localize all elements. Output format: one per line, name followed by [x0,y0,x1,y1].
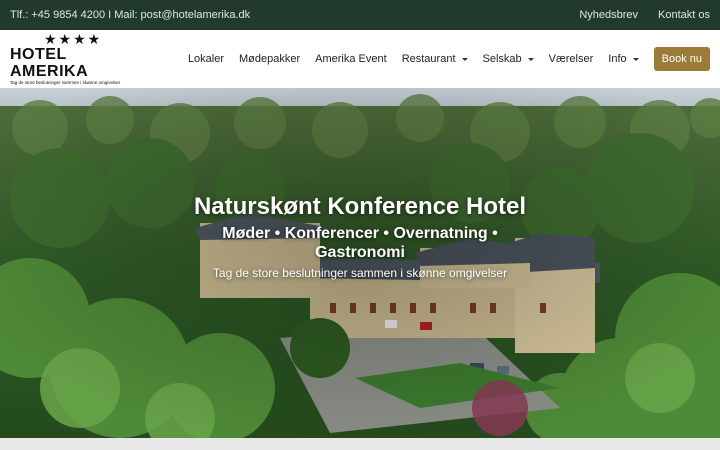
top-links: Nyhedsbrev Kontakt os [579,9,710,21]
nav-item-label: Info [608,53,627,65]
nav-item-vaerelser[interactable]: Værelser [549,53,594,65]
newsletter-link[interactable]: Nyhedsbrev [579,9,638,21]
nav-item-lokaler[interactable]: Lokaler [188,53,224,65]
hero-title: Naturskønt Konference Hotel [193,193,527,220]
nav-item-label: Restaurant [401,53,456,65]
hotel-logo[interactable]: ★★★★ HOTEL AMERIKA Tag de store beslutni… [10,32,140,86]
nav-item-selskab[interactable]: Selskab [483,53,534,65]
logo-name: HOTEL AMERIKA [10,46,89,80]
hero-text: Naturskønt Konference Hotel Møder • Konf… [0,192,720,281]
content-strip [0,438,720,450]
nav-item-label: Amerika Event [315,53,387,65]
nav-item-amerika-event[interactable]: Amerika Event [315,53,387,65]
hero-tagline: Tag de store beslutninger sammen i skønn… [212,266,508,280]
contact-info: Tlf.: +45 9854 4200 I Mail: post@hotelam… [10,9,251,21]
nav-item-label: Selskab [482,53,522,65]
main-nav: ★★★★ HOTEL AMERIKA Tag de store beslutni… [0,30,720,88]
top-bar: Tlf.: +45 9854 4200 I Mail: post@hotelam… [0,0,720,30]
nav-item-info[interactable]: Info [608,53,639,65]
nav-menu: Lokaler Mødepakker Amerika Event Restaur… [188,53,639,65]
chevron-down-icon [527,57,534,61]
nav-item-label: Lokaler [187,53,225,65]
chevron-down-icon [461,57,468,61]
chevron-down-icon [632,57,639,61]
nav-item-label: Værelser [548,53,594,65]
book-now-button[interactable]: Book nu [653,47,710,71]
nav-item-restaurant[interactable]: Restaurant [402,53,468,65]
hero-banner: Naturskønt Konference Hotel Møder • Konf… [0,88,720,438]
nav-item-label: Mødepakker [239,53,301,65]
nav-item-moedepakker[interactable]: Mødepakker [239,53,300,65]
contact-link[interactable]: Kontakt os [658,9,710,21]
logo-tagline: Tag de store beslutninger sammen i skønn… [10,80,121,85]
hero-subtitle: Møder • Konferencer • Overnatning • Gast… [222,225,498,261]
logo-stars: ★★★★ [44,31,103,47]
